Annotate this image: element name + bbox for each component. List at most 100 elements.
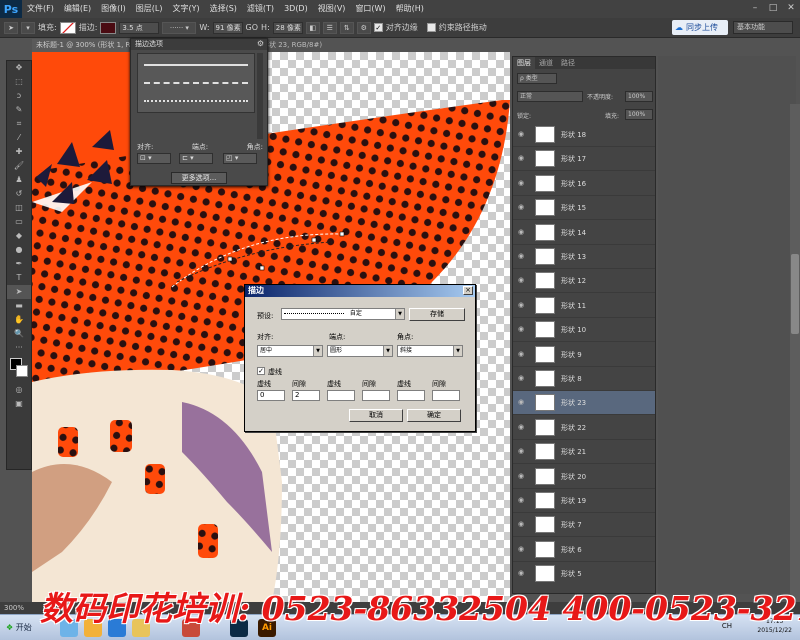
link-label[interactable]: GO: [246, 23, 259, 32]
tab-channels[interactable]: 通道: [535, 57, 557, 69]
eye-icon[interactable]: ◉: [518, 301, 528, 309]
eye-icon[interactable]: ◉: [518, 545, 528, 553]
eye-icon[interactable]: ◉: [518, 130, 528, 138]
eye-icon[interactable]: ◉: [518, 325, 528, 333]
caps-dropdown[interactable]: ⊏ ▾: [179, 153, 213, 164]
start-button[interactable]: ❖ 开始: [2, 619, 36, 637]
color-swatches[interactable]: [7, 355, 31, 383]
screen-mode-icon[interactable]: ▣: [7, 397, 31, 411]
cancel-button[interactable]: 取消: [349, 409, 403, 422]
blur-tool-icon[interactable]: ◆: [7, 229, 31, 243]
eye-icon[interactable]: ◉: [518, 569, 528, 577]
menu-select[interactable]: 选择(S): [205, 0, 242, 18]
ok-button[interactable]: 确定: [407, 409, 461, 422]
brush-tool-icon[interactable]: 🖌: [7, 159, 31, 173]
path-operations-icon[interactable]: ◧: [305, 21, 320, 34]
lasso-tool-icon[interactable]: ↄ: [7, 89, 31, 103]
close-icon[interactable]: ✕: [784, 2, 798, 14]
save-preset-button[interactable]: 存储: [409, 308, 465, 321]
gear-icon[interactable]: ⚙: [257, 39, 264, 48]
menu-type[interactable]: 文字(Y): [167, 0, 204, 18]
layer-row[interactable]: ◉ 形状 18: [513, 123, 655, 147]
eye-icon[interactable]: ◉: [518, 252, 528, 260]
dotted-line-preset[interactable]: [144, 100, 248, 102]
path-alignment-icon[interactable]: ☰: [322, 21, 337, 34]
stroke-width-field[interactable]: 3.5 点: [119, 21, 160, 34]
dodge-tool-icon[interactable]: ●: [7, 243, 31, 257]
layer-row[interactable]: ◉ 形状 15: [513, 196, 655, 221]
dash-input[interactable]: [397, 390, 425, 401]
menu-layer[interactable]: 图层(L): [131, 0, 168, 18]
gap-input[interactable]: [362, 390, 390, 401]
layer-row[interactable]: ◉ 形状 17: [513, 147, 655, 172]
history-brush-icon[interactable]: ↺: [7, 187, 31, 201]
tab-layers[interactable]: 图层: [513, 57, 535, 69]
menu-view[interactable]: 视图(V): [313, 0, 351, 18]
eye-icon[interactable]: ◉: [518, 447, 528, 455]
dash-input[interactable]: 0: [257, 390, 285, 401]
shape-mode-icon[interactable]: ▾: [21, 21, 35, 34]
layer-row[interactable]: ◉ 形状 13: [513, 245, 655, 269]
healing-brush-icon[interactable]: ✚: [7, 145, 31, 159]
fill-field[interactable]: 100%: [625, 109, 653, 120]
menu-window[interactable]: 窗口(W): [350, 0, 390, 18]
quick-select-tool-icon[interactable]: ✎: [7, 103, 31, 117]
width-field[interactable]: 91 像素: [212, 21, 243, 34]
eye-icon[interactable]: ◉: [518, 350, 528, 358]
sync-upload-button[interactable]: ☁ 同步上传: [672, 20, 728, 35]
eye-icon[interactable]: ◉: [518, 203, 528, 211]
eye-icon[interactable]: ◉: [518, 276, 528, 284]
eye-icon[interactable]: ◉: [518, 398, 528, 406]
layer-row[interactable]: ◉ 形状 5: [513, 562, 655, 585]
tab-paths[interactable]: 路径: [557, 57, 579, 69]
layer-filter-dropdown[interactable]: ρ 类型: [517, 73, 557, 84]
menu-filter[interactable]: 滤镜(T): [242, 0, 279, 18]
close-icon[interactable]: ×: [463, 286, 473, 295]
layer-row[interactable]: ◉ 形状 14: [513, 221, 655, 245]
menu-image[interactable]: 图像(I): [96, 0, 131, 18]
crop-tool-icon[interactable]: ⌗: [7, 117, 31, 131]
corners-dropdown[interactable]: 斜接 ▼: [397, 345, 463, 357]
workspace-dropdown[interactable]: 基本功能: [733, 21, 793, 34]
eye-icon[interactable]: ◉: [518, 520, 528, 528]
eye-icon[interactable]: ◉: [518, 423, 528, 431]
eye-icon[interactable]: ◉: [518, 472, 528, 480]
anchor-point[interactable]: [227, 256, 233, 262]
preset-dropdown[interactable]: 自定 ▼: [281, 308, 405, 320]
stroke-type-dropdown[interactable]: ······ ▾: [162, 21, 197, 34]
pen-tool-icon[interactable]: ✒: [7, 257, 31, 271]
menu-help[interactable]: 帮助(H): [391, 0, 429, 18]
layer-row[interactable]: ◉ 形状 21: [513, 440, 655, 465]
eye-icon[interactable]: ◉: [518, 154, 528, 162]
eraser-tool-icon[interactable]: ◫: [7, 201, 31, 215]
layer-row[interactable]: ◉ 形状 9: [513, 343, 655, 367]
eye-icon[interactable]: ◉: [518, 496, 528, 504]
layer-row[interactable]: ◉ 形状 19: [513, 489, 655, 513]
dashed-line-checkbox[interactable]: ✓: [257, 367, 265, 375]
caps-dropdown[interactable]: 圆形 ▼: [327, 345, 393, 357]
eye-icon[interactable]: ◉: [518, 179, 528, 187]
eye-icon[interactable]: ◉: [518, 374, 528, 382]
path-selection-tool-icon[interactable]: ➤: [7, 285, 31, 299]
constrain-path-checkbox[interactable]: [426, 23, 436, 32]
quick-mask-icon[interactable]: ◎: [7, 383, 31, 397]
solid-line-preset[interactable]: [144, 64, 248, 66]
hand-tool-icon[interactable]: ✋: [7, 313, 31, 327]
stroke-presets-list[interactable]: [137, 53, 255, 113]
maximize-icon[interactable]: □: [766, 2, 780, 14]
layer-row[interactable]: ◉ 形状 11: [513, 294, 655, 318]
layer-row[interactable]: ◉ 形状 6: [513, 538, 655, 562]
anchor-point[interactable]: [339, 231, 345, 237]
gap-input[interactable]: [432, 390, 460, 401]
align-dropdown[interactable]: ⊡ ▾: [137, 153, 171, 164]
align-edges-checkbox[interactable]: ✓: [373, 23, 383, 32]
clone-stamp-icon[interactable]: ♟: [7, 173, 31, 187]
menu-file[interactable]: 文件(F): [22, 0, 59, 18]
shape-tool-icon[interactable]: ▬: [7, 299, 31, 313]
fill-swatch[interactable]: [59, 21, 76, 34]
move-tool-icon[interactable]: ✥: [7, 61, 31, 75]
layer-row[interactable]: ◉ 形状 12: [513, 269, 655, 294]
gap-input[interactable]: 2: [292, 390, 320, 401]
document-tab-2[interactable]: 形状 23, RGB/8#): [262, 39, 322, 52]
layer-row[interactable]: ◉ 形状 20: [513, 465, 655, 489]
